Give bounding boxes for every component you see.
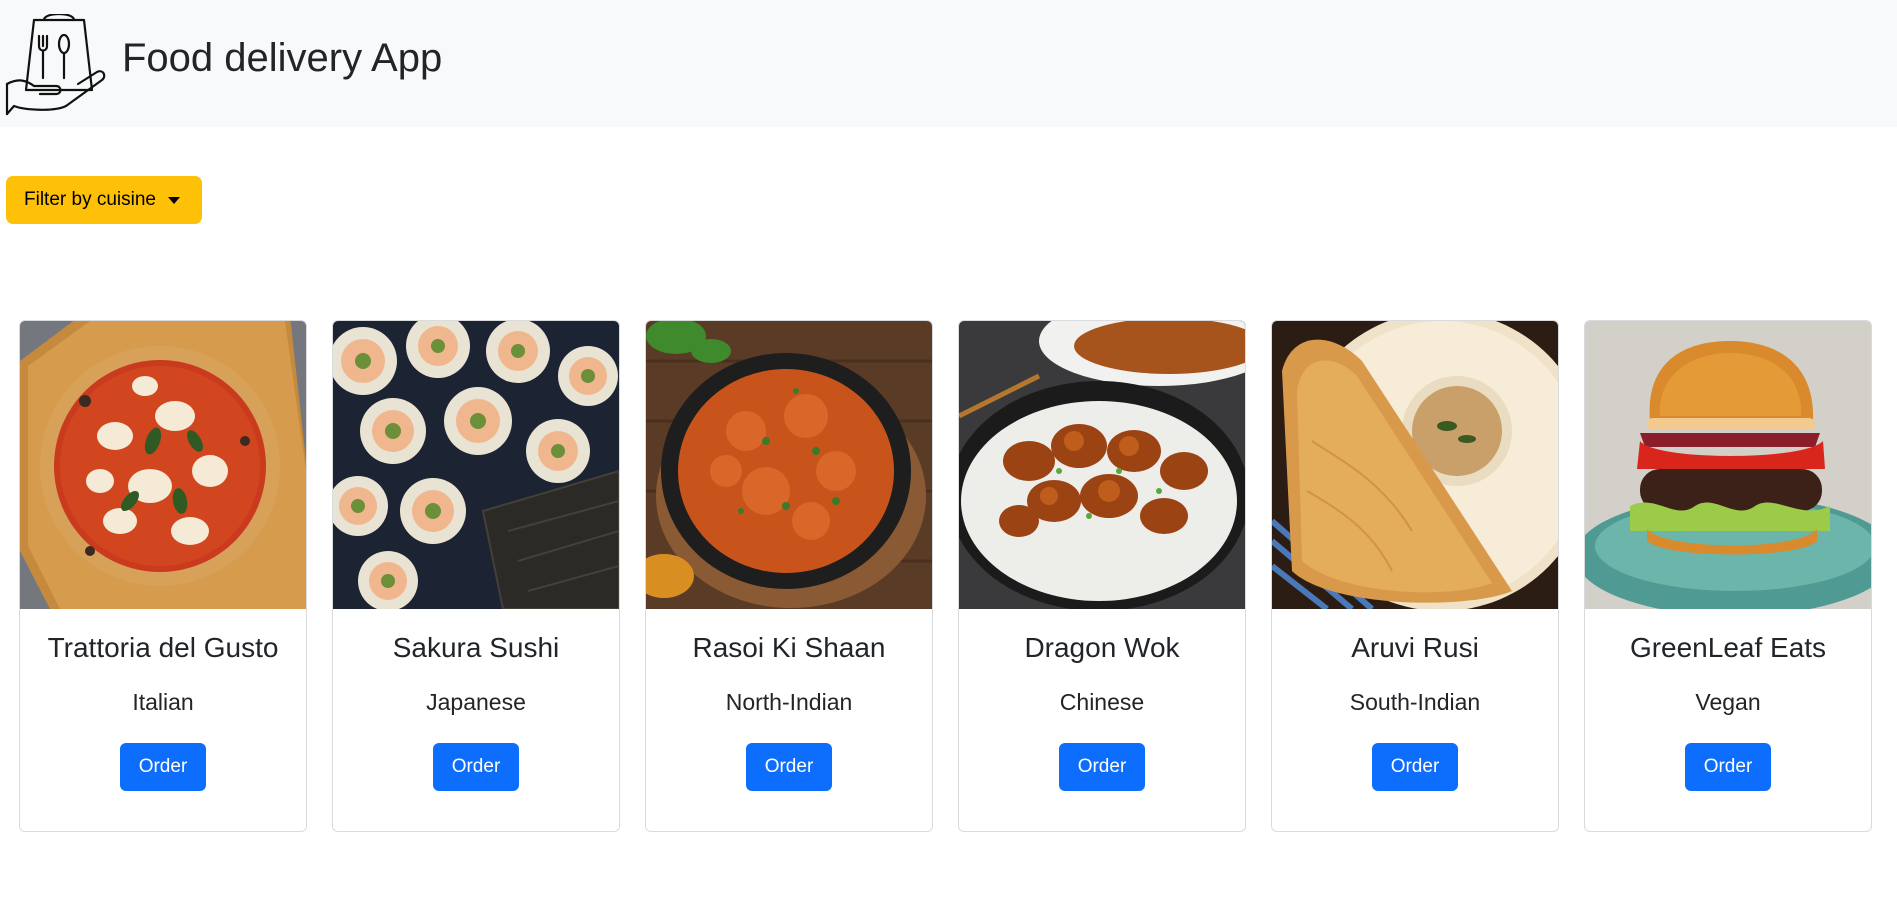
filter-by-cuisine-dropdown[interactable]: Filter by cuisine bbox=[6, 176, 202, 224]
restaurant-name: Rasoi Ki Shaan bbox=[692, 632, 886, 663]
restaurant-card: Dragon Wok Chinese Order bbox=[958, 320, 1246, 832]
restaurant-card: Sakura Sushi Japanese Order bbox=[332, 320, 620, 832]
hand-holding-food-bag-icon[interactable] bbox=[4, 12, 108, 117]
restaurant-cuisine: Vegan bbox=[1695, 689, 1761, 715]
orange-chicken-image bbox=[959, 321, 1245, 609]
order-button[interactable]: Order bbox=[120, 743, 206, 791]
restaurant-cuisine: South-Indian bbox=[1349, 689, 1481, 715]
restaurant-cuisine: Italian bbox=[132, 689, 194, 715]
order-button[interactable]: Order bbox=[1685, 743, 1771, 791]
order-button[interactable]: Order bbox=[746, 743, 832, 791]
restaurant-card: Aruvi Rusi South-Indian Order bbox=[1271, 320, 1559, 832]
restaurant-cuisine: North-Indian bbox=[725, 689, 853, 715]
restaurant-cuisine: Japanese bbox=[426, 689, 526, 715]
caret-down-icon bbox=[168, 196, 180, 204]
restaurant-name: Aruvi Rusi bbox=[1351, 632, 1479, 663]
app-title: Food delivery App bbox=[122, 36, 443, 80]
dosa-image bbox=[1272, 321, 1558, 609]
restaurant-card: Rasoi Ki Shaan North-Indian Order bbox=[645, 320, 933, 832]
pizza-image bbox=[20, 321, 306, 609]
sushi-image bbox=[333, 321, 619, 609]
navbar: Food delivery App bbox=[0, 0, 1897, 127]
order-button[interactable]: Order bbox=[1372, 743, 1458, 791]
restaurant-name: GreenLeaf Eats bbox=[1629, 632, 1827, 663]
restaurant-cuisine: Chinese bbox=[1059, 689, 1145, 715]
restaurant-card: GreenLeaf Eats Vegan Order bbox=[1584, 320, 1872, 832]
filter-label: Filter by cuisine bbox=[24, 189, 156, 210]
order-button[interactable]: Order bbox=[1059, 743, 1145, 791]
restaurant-card: Trattoria del Gusto Italian Order bbox=[19, 320, 307, 832]
burger-image bbox=[1585, 321, 1871, 609]
restaurant-name: Sakura Sushi bbox=[392, 632, 560, 663]
restaurant-name: Trattoria del Gusto bbox=[47, 632, 279, 663]
restaurant-name: Dragon Wok bbox=[1024, 632, 1180, 663]
order-button[interactable]: Order bbox=[433, 743, 519, 791]
curry-image bbox=[646, 321, 932, 609]
